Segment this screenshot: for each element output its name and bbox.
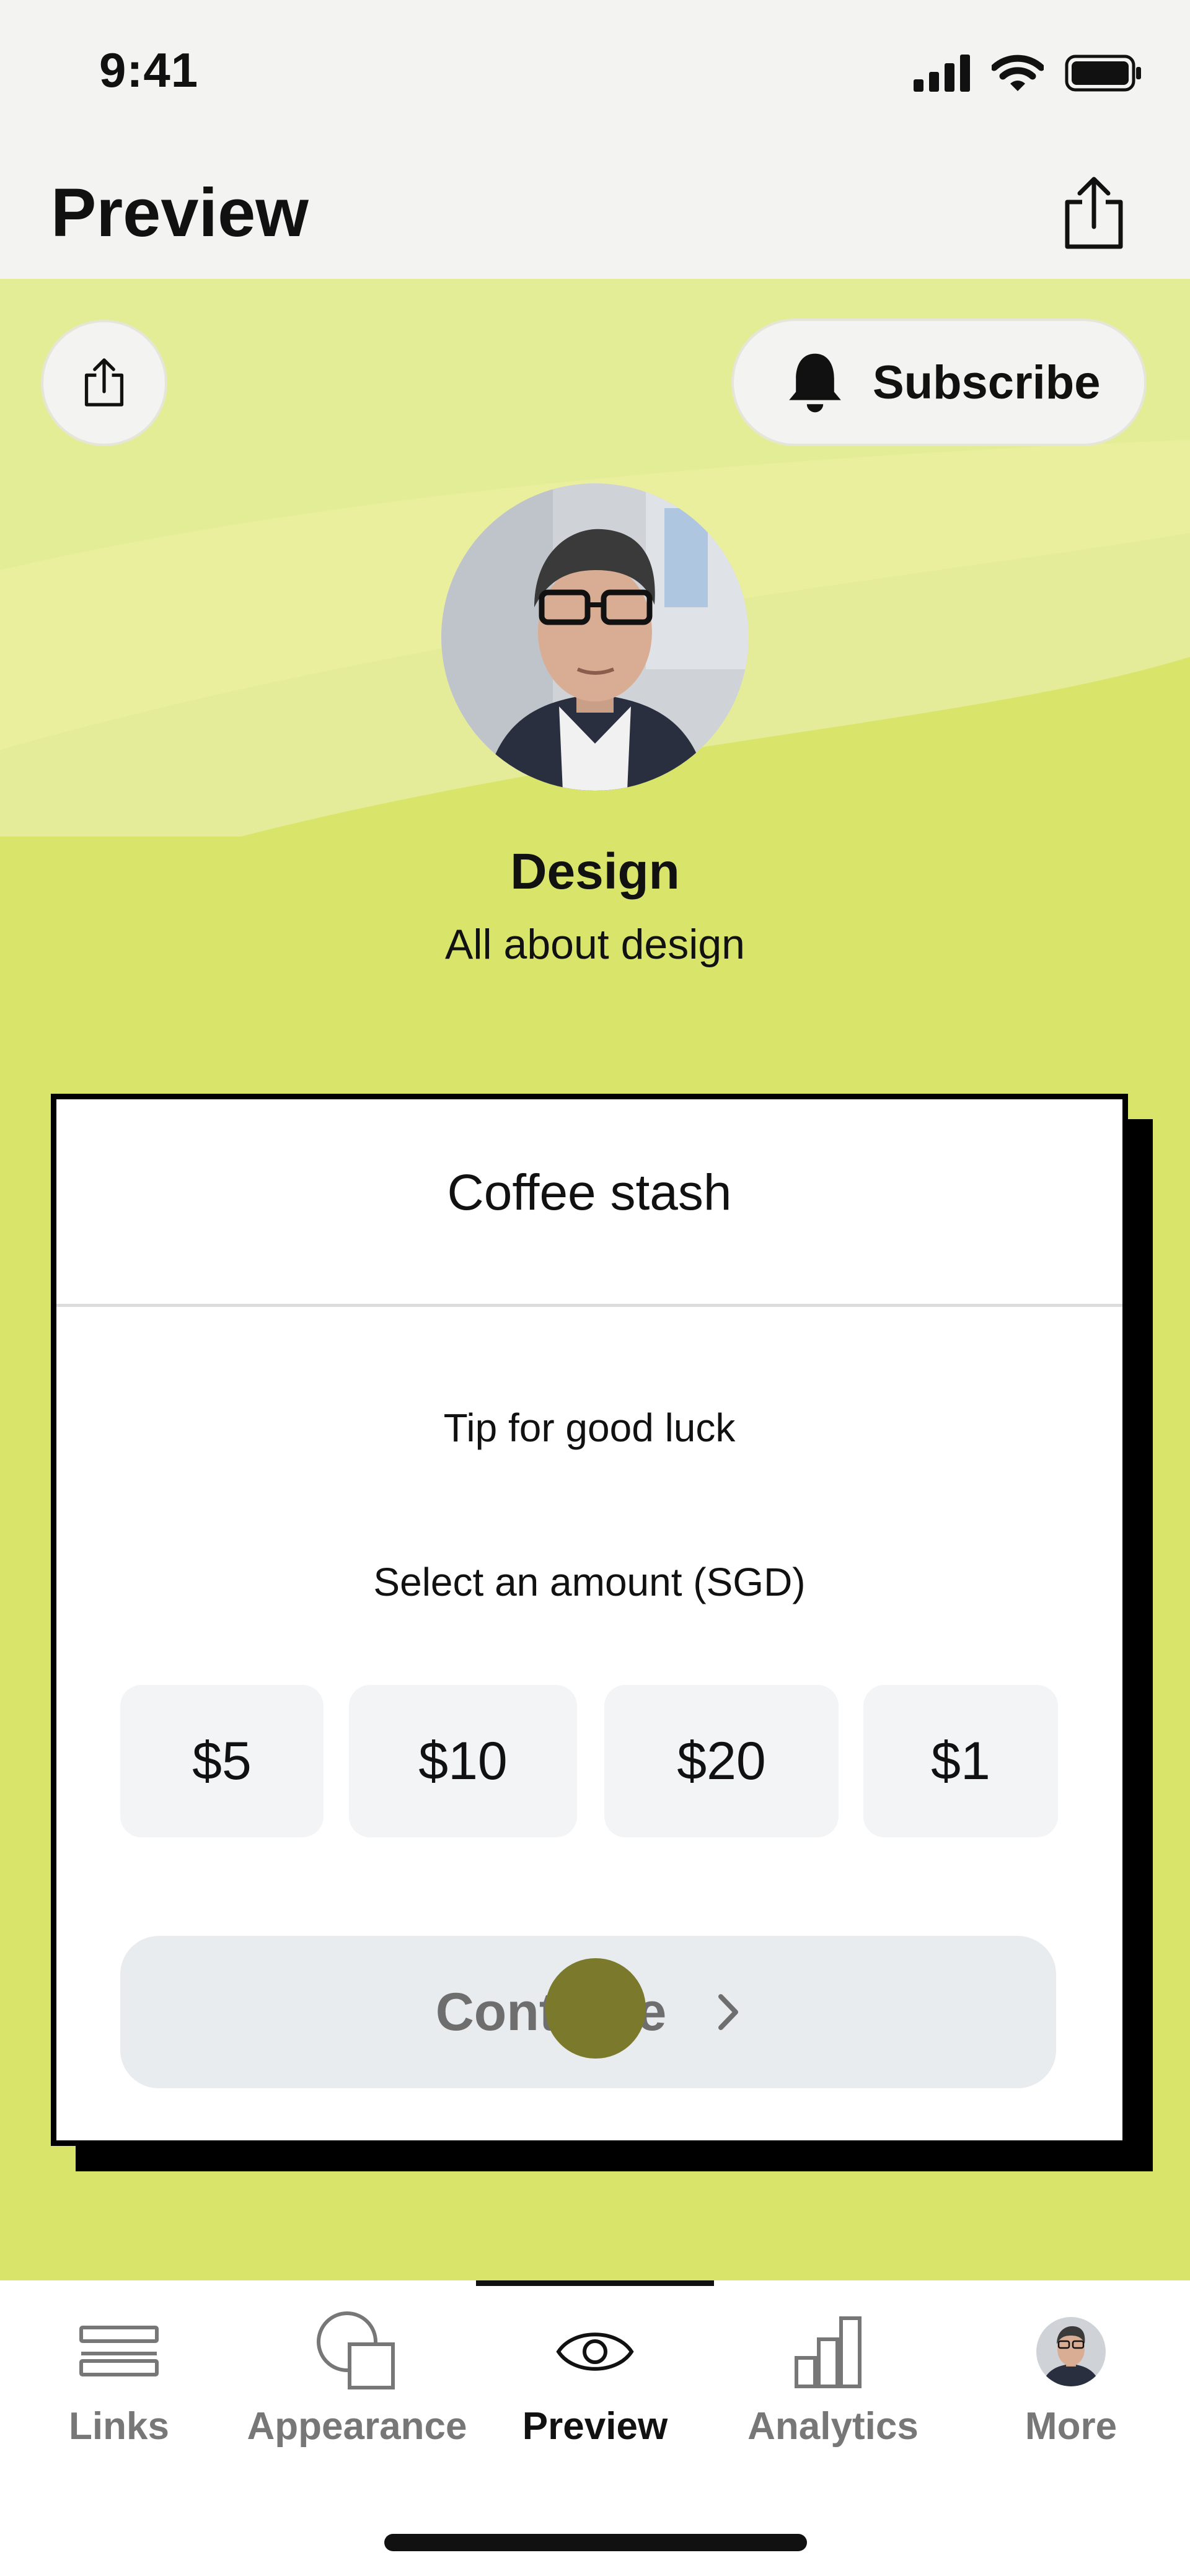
- amount-option-1[interactable]: $1: [863, 1685, 1058, 1837]
- amount-option-5[interactable]: $5: [120, 1685, 324, 1837]
- peek-circle: [545, 1958, 646, 2059]
- battery-icon: [1065, 55, 1143, 95]
- avatar: [1025, 2305, 1117, 2398]
- card-divider: [56, 1304, 1122, 1307]
- profile-bio: All about design: [445, 921, 745, 968]
- analytics-icon: [787, 2305, 879, 2398]
- card-title: Coffee stash: [447, 1164, 732, 1221]
- active-tab-indicator: [476, 2280, 714, 2286]
- bottom-tab-bar: Links Appearance Preview Analytics More: [0, 2280, 1190, 2576]
- tab-analytics[interactable]: Analytics: [714, 2305, 952, 2454]
- tab-label-appearance: Appearance: [247, 2405, 467, 2448]
- share-icon: [84, 358, 124, 407]
- subscribe-button[interactable]: Subscribe: [731, 319, 1147, 446]
- tab-links[interactable]: Links: [0, 2305, 238, 2454]
- tab-label-preview: Preview: [522, 2405, 668, 2448]
- status-time: 9:41: [99, 43, 199, 97]
- header: Preview: [0, 149, 1190, 279]
- tab-label-more: More: [1025, 2405, 1117, 2448]
- subscribe-label: Subscribe: [873, 356, 1101, 409]
- profile-name: Design: [510, 843, 680, 900]
- tab-label-analytics: Analytics: [747, 2405, 919, 2448]
- avatar: [441, 483, 749, 791]
- eye-icon: [549, 2305, 641, 2398]
- bell-icon: [789, 353, 841, 413]
- status-icons: [914, 50, 1143, 99]
- tip-description: Tip for good luck: [443, 1405, 736, 1450]
- links-icon: [73, 2305, 165, 2398]
- chevron-right-icon: [718, 1994, 739, 2030]
- tab-label-links: Links: [69, 2405, 169, 2448]
- header-share-button[interactable]: [1054, 174, 1134, 254]
- amount-option-10[interactable]: $10: [349, 1685, 577, 1837]
- tab-more[interactable]: More: [952, 2305, 1190, 2454]
- cellular-signal-icon: [914, 54, 971, 95]
- tab-appearance[interactable]: Appearance: [238, 2305, 476, 2454]
- amount-option-20[interactable]: $20: [604, 1685, 839, 1837]
- tab-preview[interactable]: Preview: [476, 2305, 714, 2454]
- amount-label: Select an amount (SGD): [373, 1560, 806, 1604]
- share-icon: [1065, 177, 1123, 249]
- profile-share-button[interactable]: [41, 320, 167, 446]
- profile-preview: Subscribe Design All about design Coffee…: [0, 279, 1190, 2280]
- home-indicator: [384, 2534, 807, 2551]
- page-title: Preview: [51, 175, 309, 251]
- wifi-icon: [990, 54, 1045, 95]
- status-bar: 9:41: [0, 0, 1190, 149]
- appearance-icon: [311, 2305, 403, 2398]
